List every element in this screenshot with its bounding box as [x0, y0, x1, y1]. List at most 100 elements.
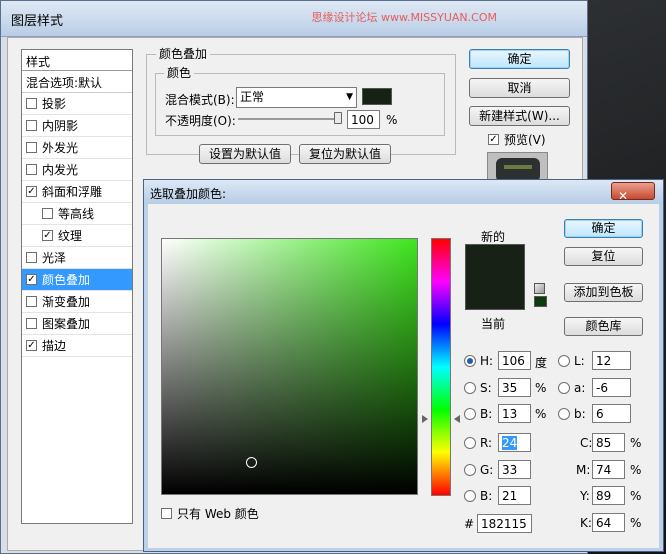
- web-only-label: 只有 Web 颜色: [177, 507, 259, 521]
- brightness-radio[interactable]: [464, 408, 476, 420]
- new-color-label: 新的: [481, 230, 506, 244]
- new-style-button[interactable]: 新建样式(W)...: [469, 106, 570, 126]
- style-item-label: 颜色叠加: [42, 273, 91, 287]
- set-default-button[interactable]: 设置为默认值: [199, 144, 291, 164]
- style-item-checkbox[interactable]: [26, 252, 37, 263]
- hue-slider-right-arrow[interactable]: [454, 415, 460, 423]
- style-item[interactable]: 投影: [22, 93, 132, 115]
- red-radio[interactable]: [464, 437, 476, 449]
- lab-b-label: b:: [574, 407, 586, 421]
- saturation-input[interactable]: 35: [498, 378, 531, 397]
- current-color-swatch[interactable]: [465, 277, 525, 310]
- black-unit: %: [630, 516, 642, 530]
- lightness-radio[interactable]: [558, 355, 570, 367]
- color-field-cursor[interactable]: [246, 457, 257, 468]
- opacity-slider-thumb[interactable]: [334, 112, 342, 124]
- style-item-checkbox[interactable]: [26, 98, 37, 109]
- cyan-input[interactable]: 85: [592, 433, 625, 452]
- hue-input[interactable]: 106: [498, 351, 531, 370]
- opacity-slider-track[interactable]: [238, 118, 342, 120]
- style-item-checkbox[interactable]: ✓: [26, 340, 37, 351]
- blend-mode-select[interactable]: 正常 ▼: [236, 87, 357, 108]
- magenta-label: M:: [576, 463, 591, 477]
- style-item-checkbox[interactable]: ✓: [42, 230, 53, 241]
- style-item[interactable]: 图案叠加: [22, 313, 132, 335]
- style-item[interactable]: 等高线: [22, 203, 132, 225]
- style-item[interactable]: 光泽: [22, 247, 132, 269]
- saturation-unit: %: [535, 381, 547, 395]
- picker-reset-button[interactable]: 复位: [564, 247, 643, 266]
- style-item[interactable]: 内发光: [22, 159, 132, 181]
- overlay-color-swatch[interactable]: [362, 88, 392, 105]
- ok-button[interactable]: 确定: [469, 49, 570, 69]
- style-item-label: 斜面和浮雕: [42, 185, 103, 199]
- red-value-selected: 24: [502, 436, 518, 450]
- cube-warning-icon[interactable]: [534, 283, 545, 294]
- current-color-label: 当前: [481, 317, 506, 331]
- lab-b-radio[interactable]: [558, 408, 570, 420]
- web-only-checkbox-box[interactable]: [161, 508, 172, 519]
- opacity-unit: %: [386, 113, 398, 127]
- lab-a-radio[interactable]: [558, 382, 570, 394]
- close-button[interactable]: ✕: [611, 182, 655, 203]
- style-item[interactable]: 渐变叠加: [22, 291, 132, 313]
- style-item-label: 内阴影: [42, 119, 79, 133]
- style-item-checkbox[interactable]: [26, 318, 37, 329]
- style-item-checkbox[interactable]: [26, 164, 37, 175]
- saturation-radio[interactable]: [464, 382, 476, 394]
- color-picker-title: 选取叠加颜色:: [150, 187, 227, 201]
- reset-default-button[interactable]: 复位为默认值: [299, 144, 391, 164]
- hue-radio[interactable]: [464, 355, 476, 367]
- lab-a-input[interactable]: -6: [592, 378, 631, 397]
- add-to-swatches-button[interactable]: 添加到色板: [564, 283, 643, 302]
- yellow-unit: %: [630, 489, 642, 503]
- style-item[interactable]: ✓ 纹理: [22, 225, 132, 247]
- hex-input[interactable]: 182115: [477, 514, 532, 533]
- magenta-input[interactable]: 74: [592, 460, 625, 479]
- green-radio[interactable]: [464, 464, 476, 476]
- style-item[interactable]: 外发光: [22, 137, 132, 159]
- lab-b-input[interactable]: 6: [592, 404, 631, 423]
- style-item-label: 纹理: [58, 229, 83, 243]
- color-libraries-button[interactable]: 颜色库: [564, 317, 643, 336]
- blend-mode-label: 混合模式(B):: [165, 93, 235, 107]
- style-item-checkbox[interactable]: [26, 120, 37, 131]
- preview-checkbox[interactable]: ✓ 预览(V): [488, 131, 546, 148]
- red-input[interactable]: 24: [498, 433, 531, 452]
- preview-checkbox-box[interactable]: ✓: [488, 134, 499, 145]
- style-item[interactable]: ✓ 斜面和浮雕: [22, 181, 132, 203]
- hue-label: H:: [480, 354, 494, 368]
- hue-slider-left-arrow[interactable]: [422, 415, 428, 423]
- black-input[interactable]: 64: [592, 513, 625, 532]
- hue-slider[interactable]: [431, 238, 451, 496]
- layer-style-titlebar[interactable]: 图层样式: [1, 1, 587, 37]
- brightness-input[interactable]: 13: [498, 404, 531, 423]
- web-only-checkbox[interactable]: 只有 Web 颜色: [161, 505, 259, 522]
- style-item-checkbox[interactable]: [26, 296, 37, 307]
- style-item-checkbox[interactable]: [26, 142, 37, 153]
- style-item-checkbox[interactable]: [42, 208, 53, 219]
- green-input[interactable]: 33: [498, 460, 531, 479]
- styles-list-header[interactable]: 样式: [22, 50, 132, 71]
- picker-ok-button[interactable]: 确定: [564, 219, 643, 238]
- cancel-button[interactable]: 取消: [469, 78, 570, 98]
- style-item-checkbox[interactable]: ✓: [26, 274, 37, 285]
- web-safe-swatch[interactable]: [534, 296, 547, 307]
- style-item-checkbox[interactable]: ✓: [26, 186, 37, 197]
- blend-options-item[interactable]: 混合选项:默认: [22, 71, 132, 93]
- style-item[interactable]: 内阴影: [22, 115, 132, 137]
- hex-label: #: [464, 517, 475, 531]
- style-item[interactable]: ✓ 描边: [22, 335, 132, 357]
- lightness-label: L:: [574, 354, 585, 368]
- opacity-input[interactable]: 100: [347, 110, 380, 129]
- blue-radio[interactable]: [464, 490, 476, 502]
- layer-style-title: 图层样式: [11, 14, 64, 29]
- color-picker-titlebar[interactable]: 选取叠加颜色: ✕: [144, 180, 663, 204]
- blue-input[interactable]: 21: [498, 486, 531, 505]
- dropdown-arrow-icon: ▼: [346, 92, 353, 102]
- style-item[interactable]: ✓ 颜色叠加: [22, 269, 132, 291]
- yellow-input[interactable]: 89: [592, 486, 625, 505]
- saturation-brightness-field[interactable]: [161, 238, 418, 495]
- color-subgroup-title: 颜色: [164, 64, 195, 81]
- lightness-input[interactable]: 12: [592, 351, 631, 370]
